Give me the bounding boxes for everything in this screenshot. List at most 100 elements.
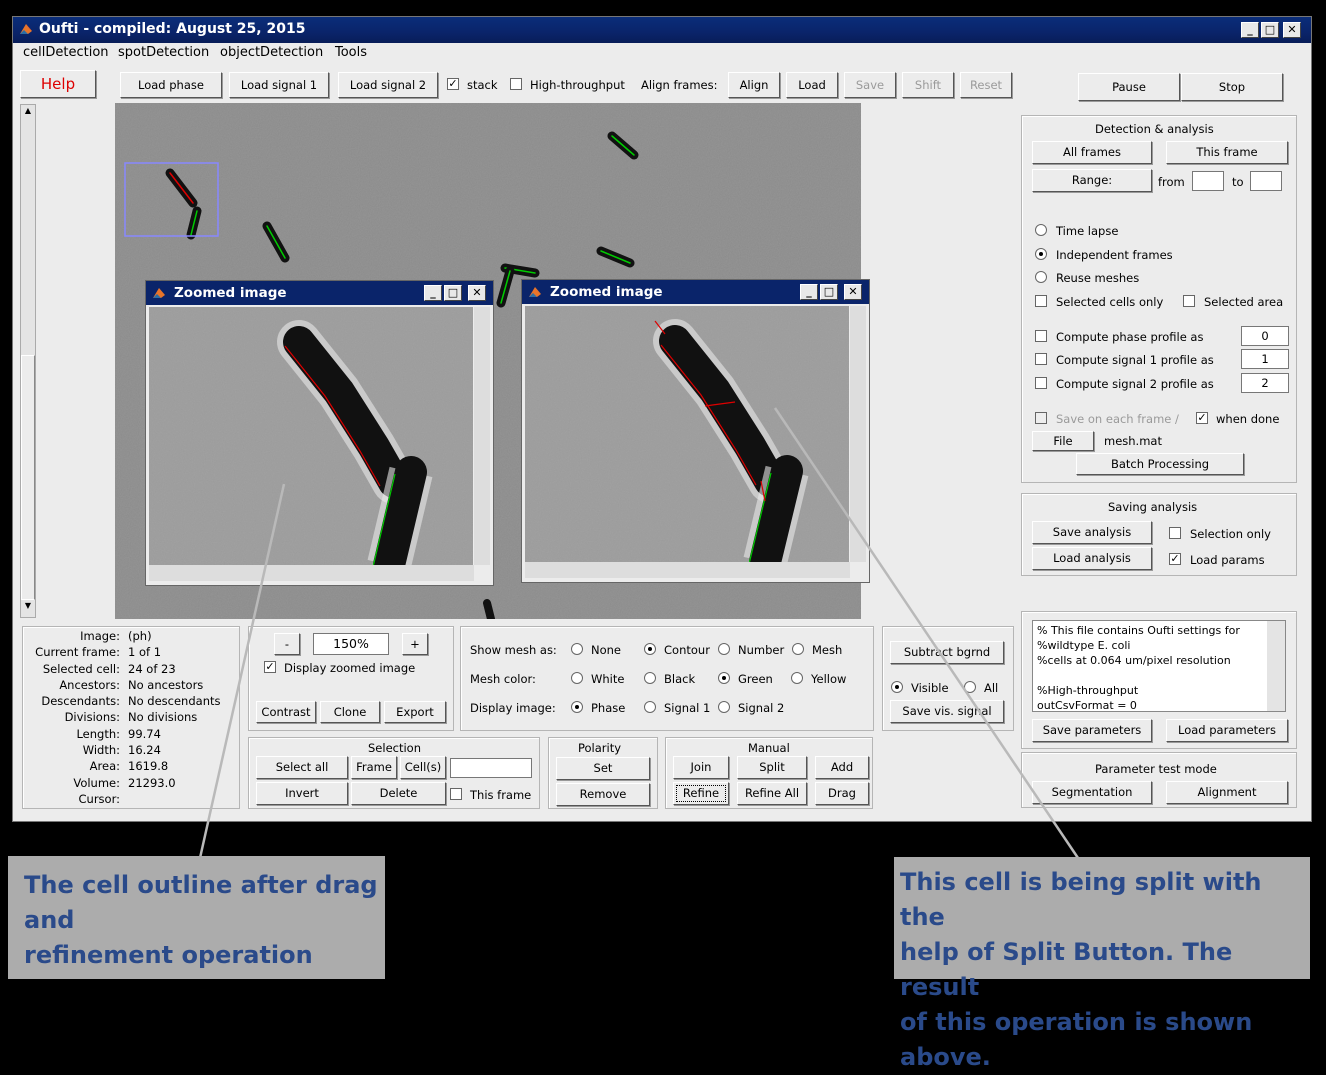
zoomed-image-right[interactable]: [525, 306, 849, 562]
contrast-button[interactable]: Contrast: [256, 701, 316, 723]
reset-button[interactable]: Reset: [960, 72, 1012, 98]
selected-area-checkbox[interactable]: [1183, 295, 1195, 307]
close-icon[interactable]: ✕: [468, 285, 486, 301]
signal1-profile-checkbox[interactable]: [1035, 353, 1047, 365]
color-black-radio[interactable]: [644, 672, 656, 684]
mesh-none-radio[interactable]: [571, 643, 583, 655]
image-phase-radio[interactable]: [571, 701, 583, 713]
load-button[interactable]: Load: [786, 72, 838, 98]
mesh-mesh-radio[interactable]: [792, 643, 804, 655]
menu-objectdetection[interactable]: objectDetection: [220, 45, 323, 60]
scroll-down-icon[interactable]: ▼: [22, 601, 34, 615]
image-signal2-radio[interactable]: [718, 701, 730, 713]
mesh-number-radio[interactable]: [718, 643, 730, 655]
selected-cells-checkbox[interactable]: [1035, 295, 1047, 307]
all-radio[interactable]: [964, 681, 976, 693]
load-analysis-button[interactable]: Load analysis: [1032, 547, 1152, 570]
menu-celldetection[interactable]: cellDetection: [23, 45, 109, 60]
stack-checkbox[interactable]: ✓: [447, 78, 459, 90]
zoomed-vscroll[interactable]: [850, 306, 866, 562]
parameters-textarea[interactable]: % This file contains Oufti settings for …: [1032, 620, 1286, 712]
delete-button[interactable]: Delete: [351, 782, 446, 805]
color-white-radio[interactable]: [571, 672, 583, 684]
menu-spotdetection[interactable]: spotDetection: [118, 45, 209, 60]
minimize-icon[interactable]: _: [1241, 22, 1259, 38]
save-each-frame-checkbox[interactable]: [1035, 412, 1047, 424]
zoomed-vscroll[interactable]: [474, 307, 490, 565]
reuse-meshes-radio[interactable]: [1035, 271, 1047, 283]
image-signal1-radio[interactable]: [644, 701, 656, 713]
display-zoomed-checkbox[interactable]: ✓: [264, 661, 276, 673]
clone-button[interactable]: Clone: [320, 701, 380, 723]
when-done-checkbox[interactable]: ✓: [1196, 412, 1208, 424]
cells-input[interactable]: [450, 758, 532, 778]
polarity-set-button[interactable]: Set: [556, 757, 650, 780]
add-button[interactable]: Add: [815, 756, 869, 779]
refine-all-button[interactable]: Refine All: [737, 782, 807, 805]
shift-button[interactable]: Shift: [902, 72, 954, 98]
polarity-remove-button[interactable]: Remove: [556, 783, 650, 806]
save-analysis-button[interactable]: Save analysis: [1032, 521, 1152, 544]
frame-scrollbar[interactable]: ▲ ▼: [20, 104, 36, 618]
color-green-radio[interactable]: [718, 672, 730, 684]
segmentation-button[interactable]: Segmentation: [1032, 781, 1152, 804]
refine-button[interactable]: Refine: [673, 782, 729, 805]
help-button[interactable]: Help: [20, 70, 96, 98]
range-to-input[interactable]: [1250, 171, 1282, 191]
load-signal2-button[interactable]: Load signal 2: [338, 72, 438, 98]
cells-button[interactable]: Cell(s): [400, 756, 446, 779]
selection-only-checkbox[interactable]: [1169, 527, 1181, 539]
menu-tools[interactable]: Tools: [335, 45, 367, 60]
close-icon[interactable]: ✕: [844, 284, 862, 300]
high-throughput-checkbox[interactable]: [510, 78, 522, 90]
this-frame-checkbox[interactable]: [450, 788, 462, 800]
zoom-level-input[interactable]: 150%: [313, 633, 389, 655]
phase-profile-input[interactable]: 0: [1241, 326, 1289, 346]
align-button[interactable]: Align: [728, 72, 780, 98]
param-scrollbar[interactable]: [1267, 621, 1285, 711]
zoomed-hscroll[interactable]: [149, 565, 474, 581]
maximize-icon[interactable]: □: [444, 285, 462, 301]
zoomed-hscroll[interactable]: [525, 562, 850, 578]
zoom-in-button[interactable]: +: [402, 633, 428, 655]
all-frames-button[interactable]: All frames: [1032, 141, 1152, 164]
alignment-button[interactable]: Alignment: [1166, 781, 1288, 804]
stop-button[interactable]: Stop: [1181, 73, 1283, 101]
close-icon[interactable]: ✕: [1283, 22, 1301, 38]
time-lapse-radio[interactable]: [1035, 224, 1047, 236]
split-button[interactable]: Split: [737, 756, 807, 779]
file-button[interactable]: File: [1032, 431, 1094, 451]
color-yellow-radio[interactable]: [791, 672, 803, 684]
join-button[interactable]: Join: [673, 756, 729, 779]
save-button[interactable]: Save: [844, 72, 896, 98]
load-phase-button[interactable]: Load phase: [120, 72, 222, 98]
export-button[interactable]: Export: [384, 701, 446, 723]
load-signal1-button[interactable]: Load signal 1: [229, 72, 329, 98]
load-parameters-button[interactable]: Load parameters: [1166, 719, 1288, 742]
scroll-up-icon[interactable]: ▲: [22, 106, 34, 120]
signal2-profile-checkbox[interactable]: [1035, 377, 1047, 389]
phase-profile-checkbox[interactable]: [1035, 330, 1047, 342]
invert-button[interactable]: Invert: [256, 782, 348, 805]
independent-frames-radio[interactable]: [1035, 248, 1047, 260]
range-from-input[interactable]: [1192, 171, 1224, 191]
pause-button[interactable]: Pause: [1078, 73, 1180, 101]
maximize-icon[interactable]: □: [1261, 22, 1279, 38]
range-button[interactable]: Range:: [1032, 169, 1152, 192]
save-vis-signal-button[interactable]: Save vis. signal: [890, 700, 1004, 723]
batch-processing-button[interactable]: Batch Processing: [1076, 453, 1244, 475]
minimize-icon[interactable]: _: [800, 284, 818, 300]
visible-radio[interactable]: [891, 681, 903, 693]
subtract-bgrnd-button[interactable]: Subtract bgrnd: [890, 641, 1004, 664]
mesh-contour-radio[interactable]: [644, 643, 656, 655]
minimize-icon[interactable]: _: [424, 285, 442, 301]
save-parameters-button[interactable]: Save parameters: [1032, 719, 1152, 742]
signal2-profile-input[interactable]: 2: [1241, 373, 1289, 393]
zoom-out-button[interactable]: -: [274, 633, 300, 655]
frame-button[interactable]: Frame: [351, 756, 397, 779]
signal1-profile-input[interactable]: 1: [1241, 349, 1289, 369]
maximize-icon[interactable]: □: [820, 284, 838, 300]
this-frame-button[interactable]: This frame: [1166, 141, 1288, 164]
drag-button[interactable]: Drag: [815, 782, 869, 805]
zoomed-image-left[interactable]: [149, 307, 473, 565]
